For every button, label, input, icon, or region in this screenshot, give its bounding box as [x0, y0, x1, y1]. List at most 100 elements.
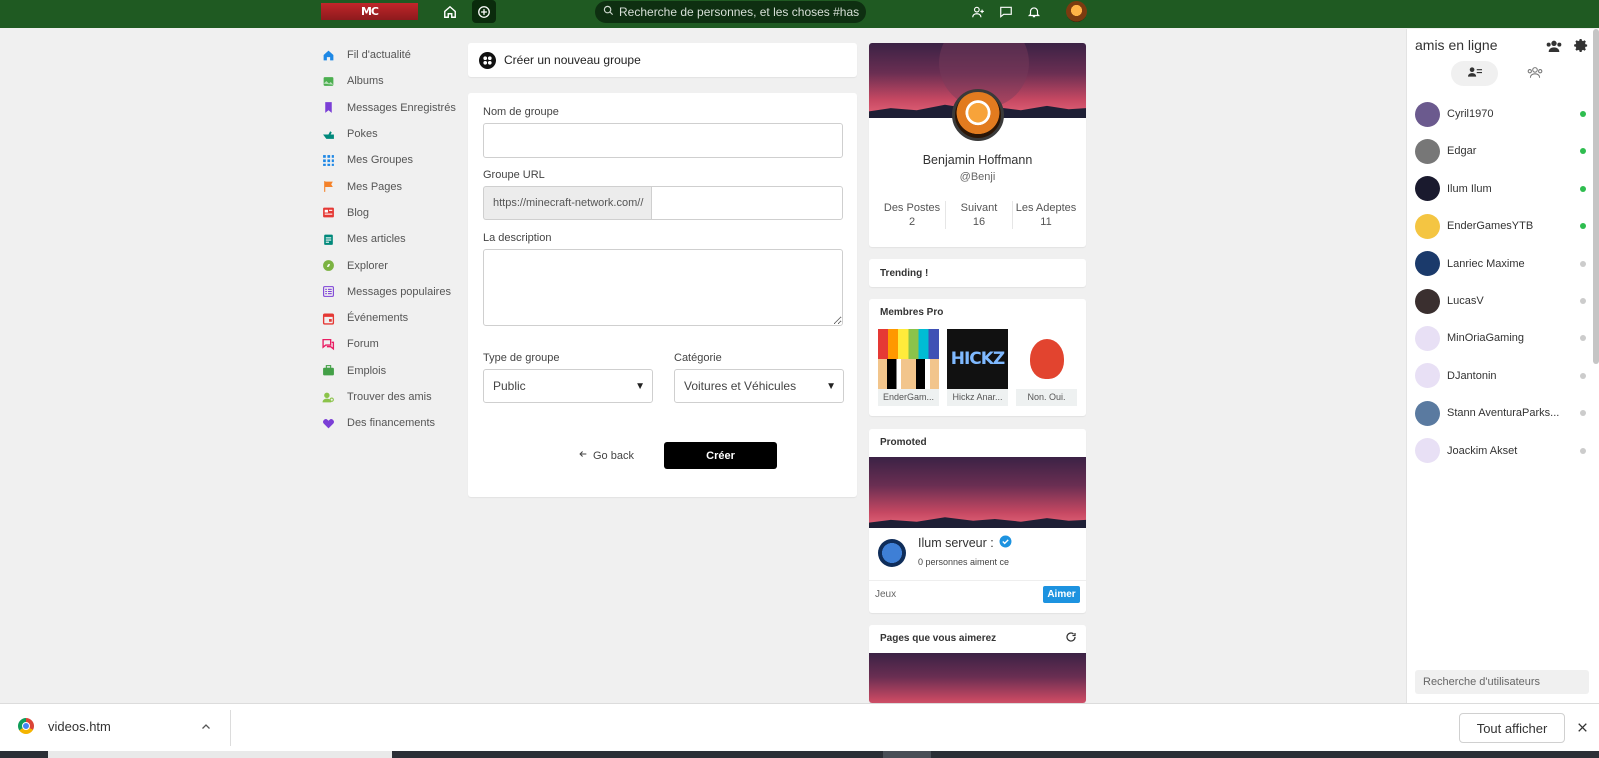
promoted-page-name-row[interactable]: Ilum serveur :	[918, 535, 1012, 551]
chevron-up-icon[interactable]	[200, 721, 212, 736]
add-friend-icon[interactable]	[970, 0, 986, 24]
group-url-input[interactable]	[651, 186, 843, 220]
friend-item[interactable]: DJantonin	[1415, 363, 1590, 389]
user-search-input[interactable]	[1415, 670, 1589, 694]
description-textarea[interactable]	[483, 249, 843, 326]
home-icon[interactable]	[442, 0, 458, 24]
sidebar-item-mes-articles[interactable]: Mes articles	[322, 226, 462, 252]
group-name-input[interactable]	[483, 123, 843, 158]
pro-member-card[interactable]: EnderGam...	[878, 329, 939, 408]
chrome-icon	[18, 718, 34, 734]
os-taskbar	[0, 751, 1599, 758]
friend-name: Cyril1970	[1447, 108, 1494, 120]
home-icon	[322, 49, 335, 62]
stat-posts[interactable]: Des Postes 2	[879, 201, 946, 229]
sidebar-item-albums[interactable]: Albums	[322, 68, 462, 94]
group-icon	[1527, 66, 1543, 82]
messages-icon[interactable]	[998, 0, 1014, 24]
group-type-select[interactable]: Public ▼	[483, 369, 653, 403]
sidebar-item-emplois[interactable]: Emplois	[322, 358, 462, 384]
status-dot	[1580, 447, 1586, 454]
verified-icon	[999, 535, 1012, 551]
friend-name: Joackim Akset	[1447, 444, 1518, 457]
friend-avatar	[1415, 251, 1440, 277]
tab-friends-list[interactable]	[1451, 61, 1498, 86]
group-url-label: Groupe URL	[483, 169, 545, 181]
friend-item[interactable]: Edgar	[1415, 138, 1590, 164]
like-button[interactable]: Aimer	[1043, 586, 1080, 603]
sidebar-item-mes-pages[interactable]: Mes Pages	[322, 173, 462, 199]
promoted-page-name: Ilum serveur :	[918, 536, 994, 550]
category-select[interactable]: Voitures et Véhicules ▼	[674, 369, 844, 403]
friend-item[interactable]: MinOriaGaming	[1415, 325, 1590, 351]
create-button[interactable]: Créer	[664, 442, 777, 469]
pro-member-card[interactable]: HICKZ Hickz Anar...	[947, 329, 1008, 408]
search-bar[interactable]	[595, 1, 866, 23]
sidebar-item-mes-groupes[interactable]: Mes Groupes	[322, 147, 462, 173]
site-logo[interactable]: MC	[321, 3, 418, 20]
sidebar-item-trouver-des-amis[interactable]: Trouver des amis	[322, 384, 462, 410]
stat-value: 11	[1040, 216, 1052, 228]
stat-followers[interactable]: Les Adeptes 11	[1013, 201, 1079, 229]
suggested-page-banner[interactable]	[869, 653, 1086, 703]
search-input[interactable]	[619, 5, 859, 19]
caret-down-icon: ▼	[826, 381, 836, 392]
sidebar-item-blog[interactable]: Blog	[322, 200, 462, 226]
sidebar-item-label: Albums	[347, 75, 384, 88]
stat-label: Suivant	[960, 202, 998, 214]
status-dot	[1580, 335, 1586, 342]
sidebar-item-fil-d-actualite[interactable]: Fil d'actualité	[322, 42, 462, 68]
go-back-button[interactable]: Go back	[578, 449, 634, 462]
sidebar-item-forum[interactable]: Forum	[322, 331, 462, 357]
tab-groups[interactable]	[1515, 61, 1555, 86]
promoted-banner[interactable]	[869, 457, 1086, 528]
friend-item[interactable]: Ilum Ilum	[1415, 176, 1590, 202]
bookmark-icon	[322, 101, 335, 114]
sidebar-item-label: Messages populaires	[347, 285, 451, 298]
form-header: Créer un nouveau groupe	[468, 43, 857, 77]
friend-item[interactable]: Cyril1970	[1415, 101, 1590, 127]
create-group-form: Nom de groupe Groupe URL https://minecra…	[468, 93, 857, 497]
create-plus-icon[interactable]	[472, 0, 496, 23]
promoted-page-avatar[interactable]	[878, 539, 906, 567]
sidebar-item-pokes[interactable]: Pokes	[322, 121, 462, 147]
refresh-icon[interactable]	[1065, 631, 1077, 646]
sidebar-item-explorer[interactable]: Explorer	[322, 252, 462, 278]
profile-avatar[interactable]	[952, 89, 1004, 141]
go-back-label: Go back	[593, 449, 634, 462]
user-avatar[interactable]	[1066, 1, 1087, 22]
friend-avatar	[1415, 101, 1440, 127]
pro-member-name: Hickz Anar...	[947, 389, 1008, 406]
pro-members-box: Membres Pro EnderGam... HICKZ Hickz Anar…	[869, 299, 1086, 416]
friend-item[interactable]: Lanriec Maxime	[1415, 251, 1590, 277]
suggested-pages-title: Pages que vous aimerez	[880, 633, 997, 644]
bell-icon[interactable]	[1026, 0, 1042, 24]
friend-item[interactable]: Joackim Akset	[1415, 438, 1590, 464]
group-type-label: Type de groupe	[483, 352, 560, 364]
sidebar-item-messages-populaires[interactable]: Messages populaires	[322, 279, 462, 305]
download-item[interactable]: videos.htm	[18, 718, 111, 734]
show-all-button[interactable]: Tout afficher	[1459, 713, 1565, 743]
profile-handle: @Benji	[959, 171, 996, 183]
friends-group-icon[interactable]	[1546, 39, 1562, 56]
blog-icon	[322, 206, 335, 219]
stat-following[interactable]: Suivant 16	[946, 201, 1013, 229]
sidebar-item-evenements[interactable]: Événements	[322, 305, 462, 331]
friend-item[interactable]: LucasV	[1415, 288, 1590, 314]
profile-name[interactable]: Benjamin Hoffmann	[869, 153, 1086, 167]
right-panel-scrollbar[interactable]	[1593, 29, 1599, 364]
user-list-icon	[1467, 66, 1482, 81]
search-icon	[603, 5, 614, 19]
settings-gear-icon[interactable]	[1574, 38, 1589, 56]
close-icon[interactable]	[1576, 721, 1589, 737]
pro-member-card[interactable]: Non. Oui.	[1016, 329, 1077, 408]
stat-value: 2	[908, 216, 916, 228]
friend-item[interactable]: EnderGamesYTB	[1415, 213, 1590, 239]
status-dot	[1580, 410, 1586, 417]
pro-member-avatar: HICKZ	[947, 329, 1008, 389]
sidebar-item-messages-enregistres[interactable]: Messages Enregistrés	[322, 95, 462, 121]
download-bar: videos.htm Tout afficher	[0, 703, 1599, 751]
friend-avatar	[1415, 438, 1440, 464]
friend-item[interactable]: Stann AventuraParks...	[1415, 400, 1590, 426]
sidebar-item-des-financements[interactable]: Des financements	[322, 410, 462, 436]
